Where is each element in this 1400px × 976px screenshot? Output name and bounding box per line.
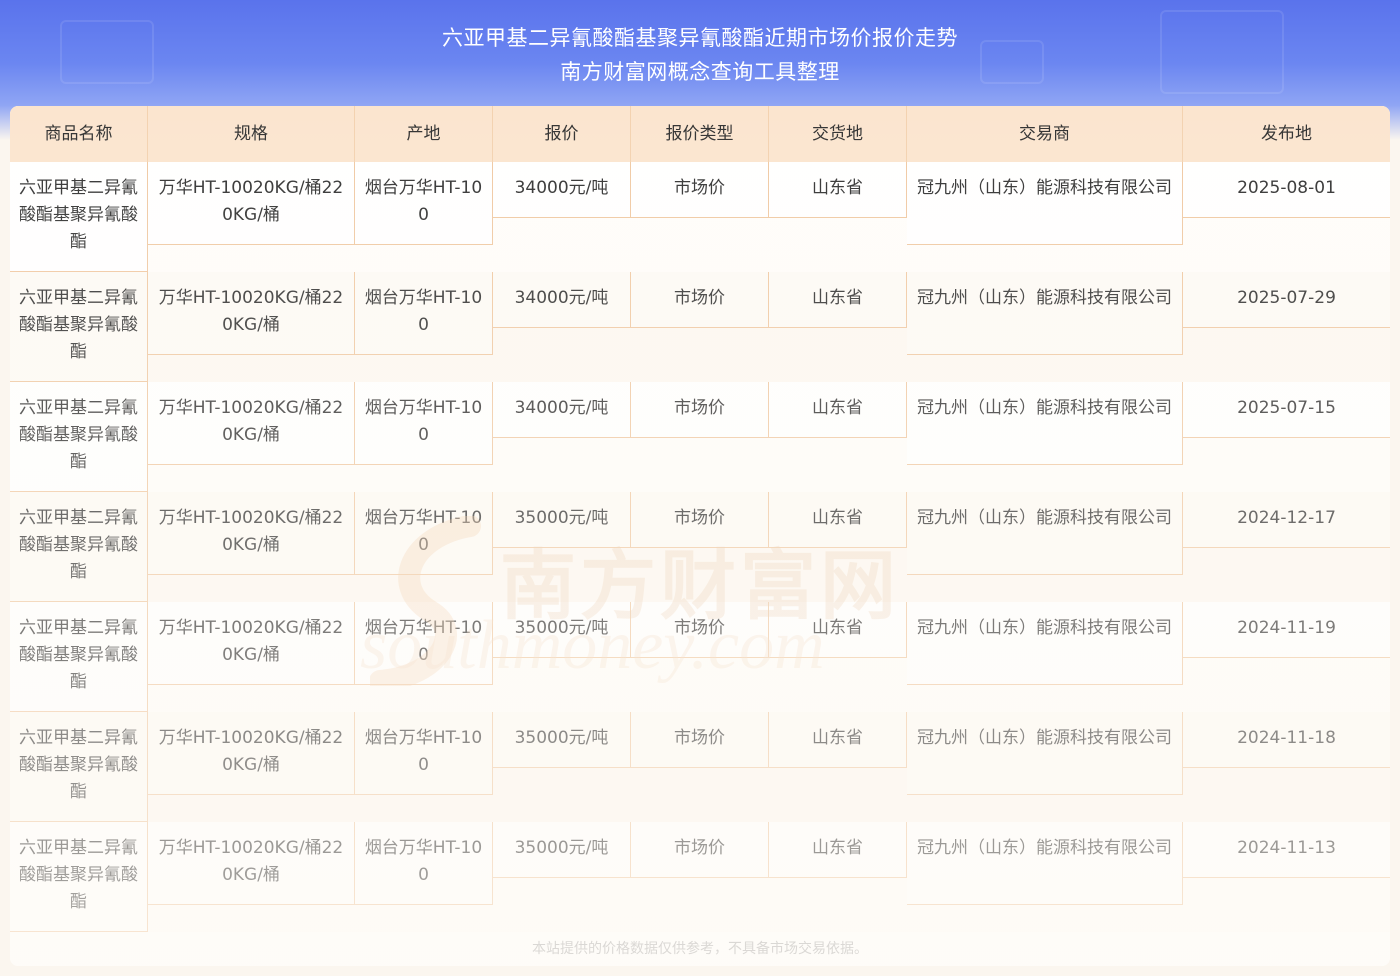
cell-price-type: 市场价 — [631, 272, 769, 328]
cell-delivery: 山东省 — [769, 822, 907, 878]
cell-spec: 万华HT-10020KG/桶220KG/桶 — [148, 712, 355, 795]
cell-date: 2024-12-17 — [1183, 492, 1390, 548]
cell-trader: 冠九州（山东）能源科技有限公司 — [907, 712, 1183, 795]
table-header: 商品名称 规格 产地 报价 报价类型 交货地 交易商 发布地 — [10, 106, 1390, 162]
header-product-name: 商品名称 — [10, 106, 148, 162]
cell-delivery: 山东省 — [769, 162, 907, 218]
cell-delivery: 山东省 — [769, 272, 907, 328]
price-table-card: 商品名称 规格 产地 报价 报价类型 交货地 交易商 发布地 六亚甲基二异氰酸酯… — [10, 106, 1390, 966]
header-price: 报价 — [493, 106, 631, 162]
disclaimer-text: 本站提供的价格数据仅供参考，不具备市场交易依据。 — [532, 941, 868, 957]
cell-price-type: 市场价 — [631, 492, 769, 548]
cell-trader: 冠九州（山东）能源科技有限公司 — [907, 162, 1183, 245]
cell-spec: 万华HT-10020KG/桶220KG/桶 — [148, 272, 355, 355]
cell-delivery: 山东省 — [769, 382, 907, 438]
header-delivery: 交货地 — [769, 106, 907, 162]
header-trader: 交易商 — [907, 106, 1183, 162]
cell-origin: 烟台万华HT-100 — [355, 712, 493, 795]
cell-price-type: 市场价 — [631, 602, 769, 658]
cell-date: 2024-11-19 — [1183, 602, 1390, 658]
header-spec: 规格 — [148, 106, 355, 162]
cell-spec: 万华HT-10020KG/桶220KG/桶 — [148, 492, 355, 575]
header-origin: 产地 — [355, 106, 493, 162]
table-row: 六亚甲基二异氰酸酯基聚异氰酸酯 万华HT-10020KG/桶220KG/桶 烟台万华… — [10, 602, 1390, 712]
cell-price: 34000元/吨 — [493, 382, 631, 438]
cell-origin: 烟台万华HT-100 — [355, 492, 493, 575]
cell-spec: 万华HT-10020KG/桶220KG/桶 — [148, 162, 355, 245]
cell-trader: 冠九州（山东）能源科技有限公司 — [907, 382, 1183, 465]
cell-trader: 冠九州（山东）能源科技有限公司 — [907, 822, 1183, 905]
cell-date: 2025-08-01 — [1183, 162, 1390, 218]
cell-price: 35000元/吨 — [493, 492, 631, 548]
cell-origin: 烟台万华HT-100 — [355, 162, 493, 245]
cell-spec: 万华HT-10020KG/桶220KG/桶 — [148, 822, 355, 905]
cell-spec: 万华HT-10020KG/桶220KG/桶 — [148, 602, 355, 685]
table-row: 六亚甲基二异氰酸酯基聚异氰酸酯 万华HT-10020KG/桶220KG/桶 烟台万华… — [10, 162, 1390, 272]
table-row: 六亚甲基二异氰酸酯基聚异氰酸酯 万华HT-10020KG/桶220KG/桶 烟台万华… — [10, 712, 1390, 822]
cell-product-name: 六亚甲基二异氰酸酯基聚异氰酸酯 — [10, 272, 148, 382]
table-row: 六亚甲基二异氰酸酯基聚异氰酸酯 万华HT-10020KG/桶220KG/桶 烟台万华… — [10, 822, 1390, 932]
header-price-type: 报价类型 — [631, 106, 769, 162]
cell-spec: 万华HT-10020KG/桶220KG/桶 — [148, 382, 355, 465]
cell-price-type: 市场价 — [631, 382, 769, 438]
cell-product-name: 六亚甲基二异氰酸酯基聚异氰酸酯 — [10, 382, 148, 492]
cell-delivery: 山东省 — [769, 712, 907, 768]
cell-date: 2025-07-15 — [1183, 382, 1390, 438]
cell-trader: 冠九州（山东）能源科技有限公司 — [907, 492, 1183, 575]
cell-product-name: 六亚甲基二异氰酸酯基聚异氰酸酯 — [10, 712, 148, 822]
cell-trader: 冠九州（山东）能源科技有限公司 — [907, 272, 1183, 355]
cell-price-type: 市场价 — [631, 822, 769, 878]
cell-origin: 烟台万华HT-100 — [355, 822, 493, 905]
cell-origin: 烟台万华HT-100 — [355, 382, 493, 465]
cell-trader: 冠九州（山东）能源科技有限公司 — [907, 602, 1183, 685]
cell-origin: 烟台万华HT-100 — [355, 272, 493, 355]
cell-price: 34000元/吨 — [493, 162, 631, 218]
table-row: 六亚甲基二异氰酸酯基聚异氰酸酯 万华HT-10020KG/桶220KG/桶 烟台万华… — [10, 492, 1390, 602]
cell-product-name: 六亚甲基二异氰酸酯基聚异氰酸酯 — [10, 162, 148, 272]
cell-product-name: 六亚甲基二异氰酸酯基聚异氰酸酯 — [10, 492, 148, 602]
cell-price: 35000元/吨 — [493, 602, 631, 658]
page-subtitle: 南方财富网概念查询工具整理 — [560, 60, 840, 84]
cell-price: 34000元/吨 — [493, 272, 631, 328]
table-row: 六亚甲基二异氰酸酯基聚异氰酸酯 万华HT-10020KG/桶220KG/桶 烟台万华… — [10, 272, 1390, 382]
cell-price: 35000元/吨 — [493, 822, 631, 878]
cell-delivery: 山东省 — [769, 492, 907, 548]
cell-price-type: 市场价 — [631, 712, 769, 768]
page-title: 六亚甲基二异氰酸酯基聚异氰酸酯近期市场价报价走势 — [442, 26, 958, 50]
header-date: 发布地 — [1261, 124, 1312, 144]
cell-product-name: 六亚甲基二异氰酸酯基聚异氰酸酯 — [10, 822, 148, 932]
cell-delivery: 山东省 — [769, 602, 907, 658]
cell-price-type: 市场价 — [631, 162, 769, 218]
cell-date: 2024-11-13 — [1183, 822, 1390, 878]
cell-date: 2025-07-29 — [1183, 272, 1390, 328]
cell-origin: 烟台万华HT-100 — [355, 602, 493, 685]
cell-product-name: 六亚甲基二异氰酸酯基聚异氰酸酯 — [10, 602, 148, 712]
cell-price: 35000元/吨 — [493, 712, 631, 768]
cell-date: 2024-11-18 — [1183, 712, 1390, 768]
table-row: 六亚甲基二异氰酸酯基聚异氰酸酯 万华HT-10020KG/桶220KG/桶 烟台万华… — [10, 382, 1390, 492]
